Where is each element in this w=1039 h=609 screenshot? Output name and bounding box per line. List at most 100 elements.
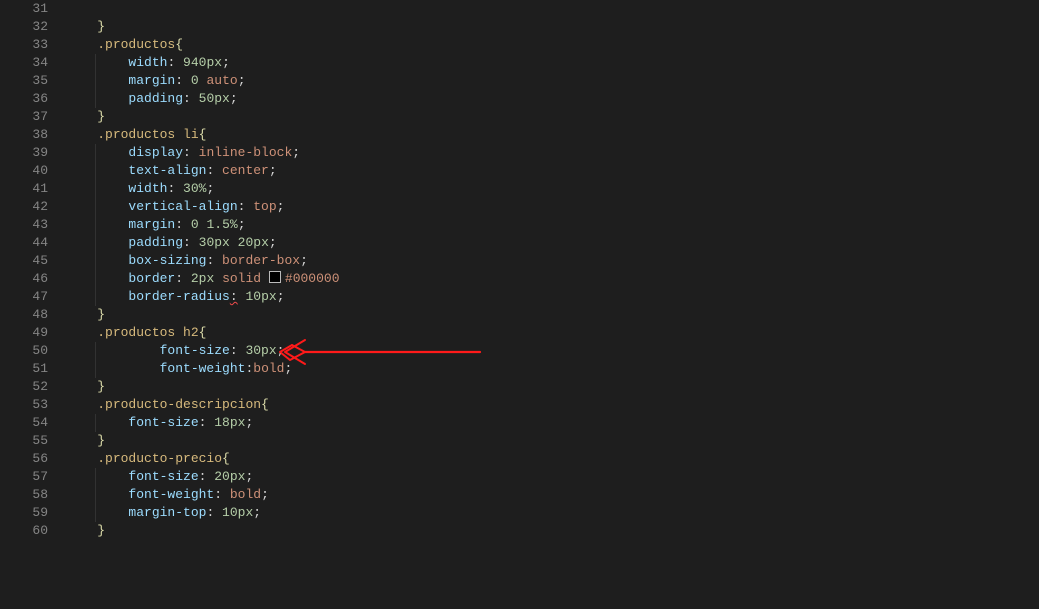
- token: #000000: [285, 271, 340, 286]
- code-line[interactable]: 56 .producto-precio{: [0, 450, 1039, 468]
- line-number: 31: [0, 0, 66, 18]
- token: [175, 325, 183, 340]
- code-content[interactable]: margin: 0 1.5%;: [66, 216, 1039, 234]
- code-line[interactable]: 38 .productos li{: [0, 126, 1039, 144]
- line-number: 48: [0, 306, 66, 324]
- token: {: [199, 127, 207, 142]
- code-line[interactable]: 33 .productos{: [0, 36, 1039, 54]
- line-number: 41: [0, 180, 66, 198]
- code-line[interactable]: 45 box-sizing: border-box;: [0, 252, 1039, 270]
- code-line[interactable]: 53 .producto-descripcion{: [0, 396, 1039, 414]
- code-line[interactable]: 39 display: inline-block;: [0, 144, 1039, 162]
- code-line[interactable]: 49 .productos h2{: [0, 324, 1039, 342]
- line-number: 54: [0, 414, 66, 432]
- code-content[interactable]: margin: 0 auto;: [66, 72, 1039, 90]
- token: :: [183, 145, 199, 160]
- token: font-size: [128, 415, 198, 430]
- code-content[interactable]: border: 2px solid #000000: [66, 270, 1039, 288]
- token: {: [199, 325, 207, 340]
- token: 940px: [183, 55, 222, 70]
- token: }: [97, 307, 105, 322]
- code-content[interactable]: padding: 50px;: [66, 90, 1039, 108]
- code-content[interactable]: .productos h2{: [66, 324, 1039, 342]
- code-content[interactable]: font-weight: bold;: [66, 486, 1039, 504]
- code-content[interactable]: display: inline-block;: [66, 144, 1039, 162]
- token: ;: [292, 145, 300, 160]
- code-line[interactable]: 35 margin: 0 auto;: [0, 72, 1039, 90]
- token: ;: [238, 217, 246, 232]
- code-content[interactable]: font-size: 18px;: [66, 414, 1039, 432]
- token: solid: [222, 271, 261, 286]
- code-line[interactable]: 59 margin-top: 10px;: [0, 504, 1039, 522]
- code-line[interactable]: 42 vertical-align: top;: [0, 198, 1039, 216]
- code-line[interactable]: 52 }: [0, 378, 1039, 396]
- code-content[interactable]: text-align: center;: [66, 162, 1039, 180]
- token: 0: [191, 73, 199, 88]
- code-content[interactable]: font-weight:bold;: [66, 360, 1039, 378]
- code-content[interactable]: .producto-precio{: [66, 450, 1039, 468]
- code-line[interactable]: 44 padding: 30px 20px;: [0, 234, 1039, 252]
- code-line[interactable]: 46 border: 2px solid #000000: [0, 270, 1039, 288]
- code-content[interactable]: }: [66, 378, 1039, 396]
- code-line[interactable]: 40 text-align: center;: [0, 162, 1039, 180]
- code-line[interactable]: 31: [0, 0, 1039, 18]
- code-content[interactable]: [66, 0, 1039, 18]
- code-content[interactable]: box-sizing: border-box;: [66, 252, 1039, 270]
- code-line[interactable]: 60 }: [0, 522, 1039, 540]
- code-content[interactable]: margin-top: 10px;: [66, 504, 1039, 522]
- code-line[interactable]: 51 font-weight:bold;: [0, 360, 1039, 378]
- token: padding: [128, 91, 183, 106]
- code-line[interactable]: 41 width: 30%;: [0, 180, 1039, 198]
- code-content[interactable]: }: [66, 18, 1039, 36]
- code-content[interactable]: vertical-align: top;: [66, 198, 1039, 216]
- line-number: 52: [0, 378, 66, 396]
- code-line[interactable]: 57 font-size: 20px;: [0, 468, 1039, 486]
- code-line[interactable]: 34 width: 940px;: [0, 54, 1039, 72]
- token: :: [183, 235, 199, 250]
- code-content[interactable]: }: [66, 432, 1039, 450]
- token: 10px: [245, 289, 276, 304]
- code-line[interactable]: 36 padding: 50px;: [0, 90, 1039, 108]
- code-content[interactable]: }: [66, 522, 1039, 540]
- code-line[interactable]: 47 border-radius: 10px;: [0, 288, 1039, 306]
- code-content[interactable]: border-radius: 10px;: [66, 288, 1039, 306]
- token: bold: [230, 487, 261, 502]
- token: margin: [128, 73, 175, 88]
- code-content[interactable]: padding: 30px 20px;: [66, 234, 1039, 252]
- code-line[interactable]: 48 }: [0, 306, 1039, 324]
- code-line[interactable]: 58 font-weight: bold;: [0, 486, 1039, 504]
- code-content[interactable]: .producto-descripcion{: [66, 396, 1039, 414]
- token: :: [206, 253, 222, 268]
- token: font-size: [160, 343, 230, 358]
- code-content[interactable]: width: 940px;: [66, 54, 1039, 72]
- code-content[interactable]: font-size: 20px;: [66, 468, 1039, 486]
- code-content[interactable]: }: [66, 108, 1039, 126]
- line-number: 35: [0, 72, 66, 90]
- token: :: [183, 91, 199, 106]
- code-line[interactable]: 32 }: [0, 18, 1039, 36]
- token: :: [175, 217, 191, 232]
- color-swatch[interactable]: [269, 271, 281, 283]
- token: ;: [277, 343, 285, 358]
- token: [230, 235, 238, 250]
- code-line[interactable]: 43 margin: 0 1.5%;: [0, 216, 1039, 234]
- token: 50px: [199, 91, 230, 106]
- token: [214, 271, 222, 286]
- token: box-sizing: [128, 253, 206, 268]
- code-line[interactable]: 54 font-size: 18px;: [0, 414, 1039, 432]
- line-number: 46: [0, 270, 66, 288]
- token: border-radius: [128, 289, 229, 304]
- code-line[interactable]: 55 }: [0, 432, 1039, 450]
- token: }: [97, 109, 105, 124]
- code-content[interactable]: width: 30%;: [66, 180, 1039, 198]
- token: :: [167, 55, 183, 70]
- code-editor[interactable]: 3132 }33 .productos{34 width: 940px;35 m…: [0, 0, 1039, 609]
- code-content[interactable]: .productos li{: [66, 126, 1039, 144]
- code-content[interactable]: font-size: 30px;: [66, 342, 1039, 360]
- code-content[interactable]: .productos{: [66, 36, 1039, 54]
- code-line[interactable]: 37 }: [0, 108, 1039, 126]
- token: :: [214, 487, 230, 502]
- code-line[interactable]: 50 font-size: 30px;: [0, 342, 1039, 360]
- code-content[interactable]: }: [66, 306, 1039, 324]
- line-number: 44: [0, 234, 66, 252]
